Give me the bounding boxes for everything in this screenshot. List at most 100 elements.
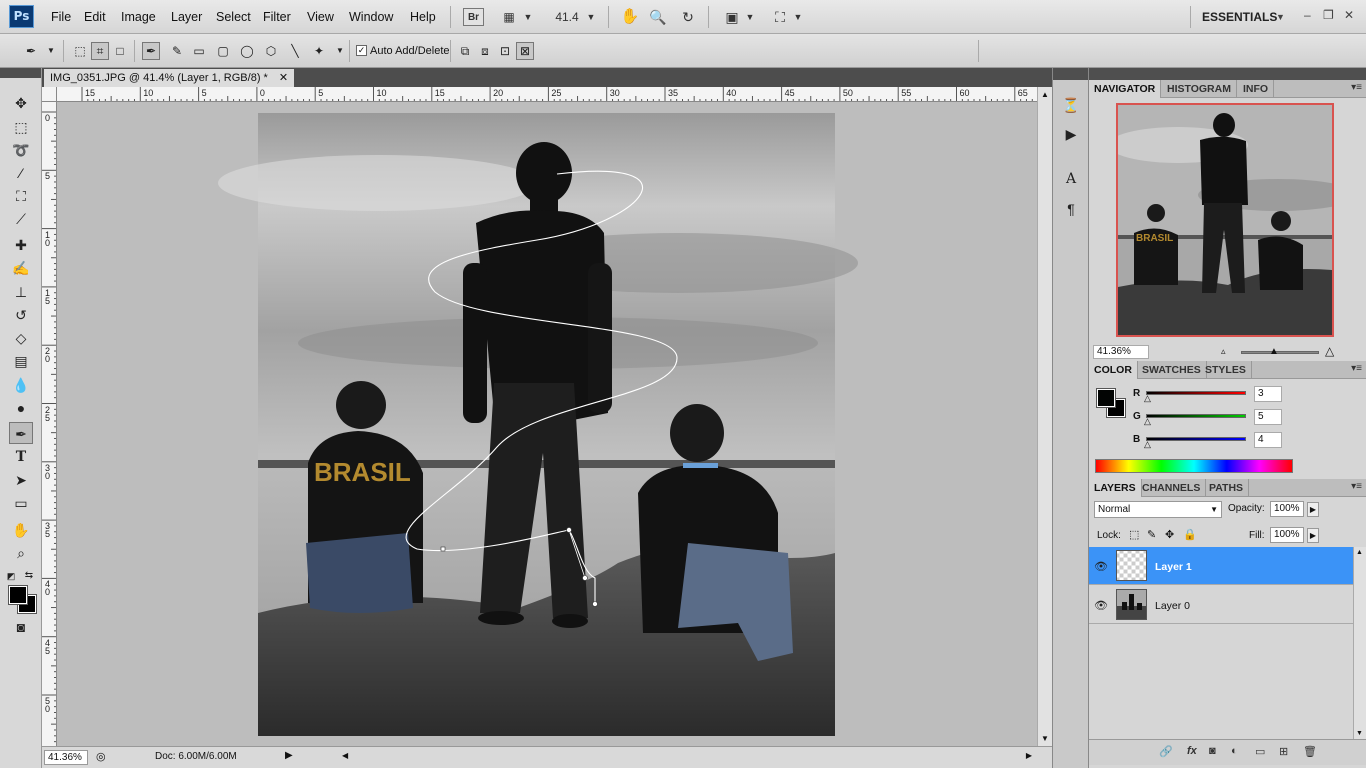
tab-color[interactable]: COLOR xyxy=(1089,361,1138,379)
restore-icon[interactable]: ❐ xyxy=(1323,8,1334,22)
clone-stamp-tool-icon[interactable]: ⊥ xyxy=(9,281,33,303)
eraser-tool-icon[interactable]: ◇ xyxy=(9,327,33,349)
menu-help[interactable]: Help xyxy=(410,10,436,24)
document-tab[interactable]: IMG_0351.JPG @ 41.4% (Layer 1, RGB/8) * … xyxy=(44,69,295,87)
rotate-view-icon[interactable]: ↻ xyxy=(678,8,698,26)
zoom-in-icon[interactable]: △ xyxy=(1325,344,1334,358)
lock-transparent-icon[interactable]: ⬚ xyxy=(1129,528,1139,541)
chevron-down-icon[interactable]: ▼ xyxy=(744,8,756,26)
actions-panel-icon[interactable]: ▶ xyxy=(1061,124,1081,144)
tab-info[interactable]: INFO xyxy=(1238,80,1275,98)
panel-menu-icon[interactable]: ▾≡ xyxy=(1351,481,1362,492)
pen-tool-icon[interactable]: ✒ xyxy=(9,422,33,444)
minimize-icon[interactable]: ‒ xyxy=(1304,8,1311,22)
pen-tool-preset-icon[interactable]: ✒ xyxy=(22,42,40,60)
blue-slider-thumb[interactable]: △ xyxy=(1144,439,1151,450)
freeform-pen-icon[interactable]: ✎ xyxy=(168,42,186,60)
character-panel-icon[interactable]: A xyxy=(1061,169,1081,189)
marquee-tool-icon[interactable]: ⬚ xyxy=(9,116,33,138)
new-group-icon[interactable]: ▭ xyxy=(1255,745,1265,758)
chevron-down-icon[interactable]: ▼ xyxy=(1276,12,1285,22)
scroll-up-icon[interactable]: ▲ xyxy=(1041,90,1049,99)
panels-header[interactable] xyxy=(1089,68,1366,80)
layer-row-layer-0[interactable]: 👁 Layer 0 xyxy=(1089,586,1353,624)
swap-colors-icon[interactable]: ⇆ xyxy=(22,565,36,587)
move-tool-icon[interactable]: ✥ xyxy=(9,92,33,114)
link-layers-icon[interactable]: 🔗 xyxy=(1159,745,1173,758)
eye-icon[interactable]: 👁 xyxy=(1094,560,1108,573)
eye-icon[interactable]: 👁 xyxy=(1094,599,1108,612)
tab-styles[interactable]: STYLES xyxy=(1200,361,1252,379)
lock-position-icon[interactable]: ✥ xyxy=(1165,528,1174,541)
add-to-path-area-icon[interactable]: ⧉ xyxy=(456,42,474,60)
hand-tool-icon[interactable]: ✋ xyxy=(620,8,640,26)
chevron-down-icon[interactable]: ▼ xyxy=(585,8,597,26)
menu-file[interactable]: File xyxy=(51,10,71,24)
red-slider[interactable] xyxy=(1146,391,1246,395)
menu-select[interactable]: Select xyxy=(216,10,251,24)
blend-mode-select[interactable]: Normal ▼ xyxy=(1094,501,1222,518)
rounded-rectangle-icon[interactable]: ▢ xyxy=(214,42,232,60)
scroll-down-icon[interactable]: ▼ xyxy=(1356,730,1363,737)
horizontal-scrollbar[interactable]: ◀ ▶ xyxy=(342,751,1032,763)
red-slider-thumb[interactable]: △ xyxy=(1144,393,1151,404)
color-spectrum-bar[interactable] xyxy=(1095,459,1293,473)
close-icon[interactable]: ✕ xyxy=(1344,8,1354,22)
layers-scrollbar[interactable]: ▲ ▼ xyxy=(1353,547,1366,739)
chevron-down-icon[interactable]: ▼ xyxy=(42,42,60,60)
menu-window[interactable]: Window xyxy=(349,10,393,24)
screen-mode-icon[interactable]: ⛶ xyxy=(770,8,790,26)
green-value-field[interactable]: 5 xyxy=(1254,409,1282,425)
zoom-slider-thumb[interactable]: ▲ xyxy=(1269,346,1279,357)
zoom-tool-icon[interactable]: 🔍 xyxy=(648,8,668,26)
pen-tool-icon[interactable]: ✒ xyxy=(142,42,160,60)
arrange-documents-icon[interactable]: ▣ xyxy=(722,8,742,26)
tab-layers[interactable]: LAYERS xyxy=(1089,479,1142,497)
mini-bridge-icon[interactable]: ▦ xyxy=(498,8,520,26)
navigator-preview[interactable]: BRASIL xyxy=(1116,103,1334,337)
icon-strip-header[interactable] xyxy=(1053,68,1088,80)
fill-arrow-icon[interactable]: ▶ xyxy=(1307,528,1319,543)
panel-menu-icon[interactable]: ▾≡ xyxy=(1351,363,1362,374)
scroll-right-icon[interactable]: ▶ xyxy=(1026,751,1032,760)
chevron-down-icon[interactable]: ▼ xyxy=(522,8,534,26)
zoom-tool-icon[interactable]: ⌕ xyxy=(9,542,33,564)
close-tab-icon[interactable]: ✕ xyxy=(279,72,288,84)
blue-slider[interactable] xyxy=(1146,437,1246,441)
tab-histogram[interactable]: HISTOGRAM xyxy=(1162,80,1237,98)
opacity-arrow-icon[interactable]: ▶ xyxy=(1307,502,1319,517)
green-slider[interactable] xyxy=(1146,414,1246,418)
tab-paths[interactable]: PATHS xyxy=(1204,479,1250,497)
bridge-button[interactable]: Br xyxy=(463,8,484,26)
fill-field[interactable]: 100% xyxy=(1270,527,1304,543)
lasso-tool-icon[interactable]: ➰ xyxy=(9,139,33,161)
chevron-down-icon[interactable]: ▼ xyxy=(331,42,349,60)
polygon-icon[interactable]: ⬡ xyxy=(262,42,280,60)
ellipse-icon[interactable]: ◯ xyxy=(238,42,256,60)
quick-mask-icon[interactable]: ◙ xyxy=(9,616,33,638)
zoom-out-icon[interactable]: ▵ xyxy=(1221,346,1226,357)
menu-layer[interactable]: Layer xyxy=(171,10,202,24)
add-layer-style-icon[interactable]: fx xyxy=(1187,745,1197,757)
shape-layers-icon[interactable]: ⬚ xyxy=(71,42,89,60)
auto-add-delete-checkbox[interactable]: ✓ xyxy=(356,45,367,56)
path-selection-tool-icon[interactable]: ➤ xyxy=(9,469,33,491)
eyedropper-tool-icon[interactable]: ⟋ xyxy=(9,208,33,230)
vertical-ruler[interactable]: 0 5 1 0 1 5 2 0 2 5 3 0 3 5 4 0 4 5 5 0 xyxy=(42,102,57,746)
chevron-down-icon[interactable]: ▼ xyxy=(792,8,804,26)
ruler-origin[interactable] xyxy=(42,87,57,102)
zoom-level[interactable]: 41.4 xyxy=(552,8,582,26)
workspace-switcher[interactable]: ESSENTIALS xyxy=(1202,10,1277,24)
green-slider-thumb[interactable]: △ xyxy=(1144,416,1151,427)
tab-channels[interactable]: CHANNELS xyxy=(1137,479,1207,497)
status-info-icon[interactable]: ◎ xyxy=(96,750,106,763)
dodge-tool-icon[interactable]: ● xyxy=(9,397,33,419)
canvas-area[interactable]: BRASIL xyxy=(57,102,1037,746)
horizontal-ruler[interactable]: 15 10 5 0 5 10 15 20 25 30 35 40 45 50 55 60 65 xyxy=(57,87,1037,102)
tab-swatches[interactable]: SWATCHES xyxy=(1137,361,1207,379)
blue-value-field[interactable]: 4 xyxy=(1254,432,1282,448)
status-zoom-field[interactable]: 41.36% xyxy=(44,750,88,765)
lock-all-icon[interactable]: 🔒 xyxy=(1183,528,1197,541)
gradient-tool-icon[interactable]: ▤ xyxy=(9,350,33,372)
menu-filter[interactable]: Filter xyxy=(263,10,291,24)
